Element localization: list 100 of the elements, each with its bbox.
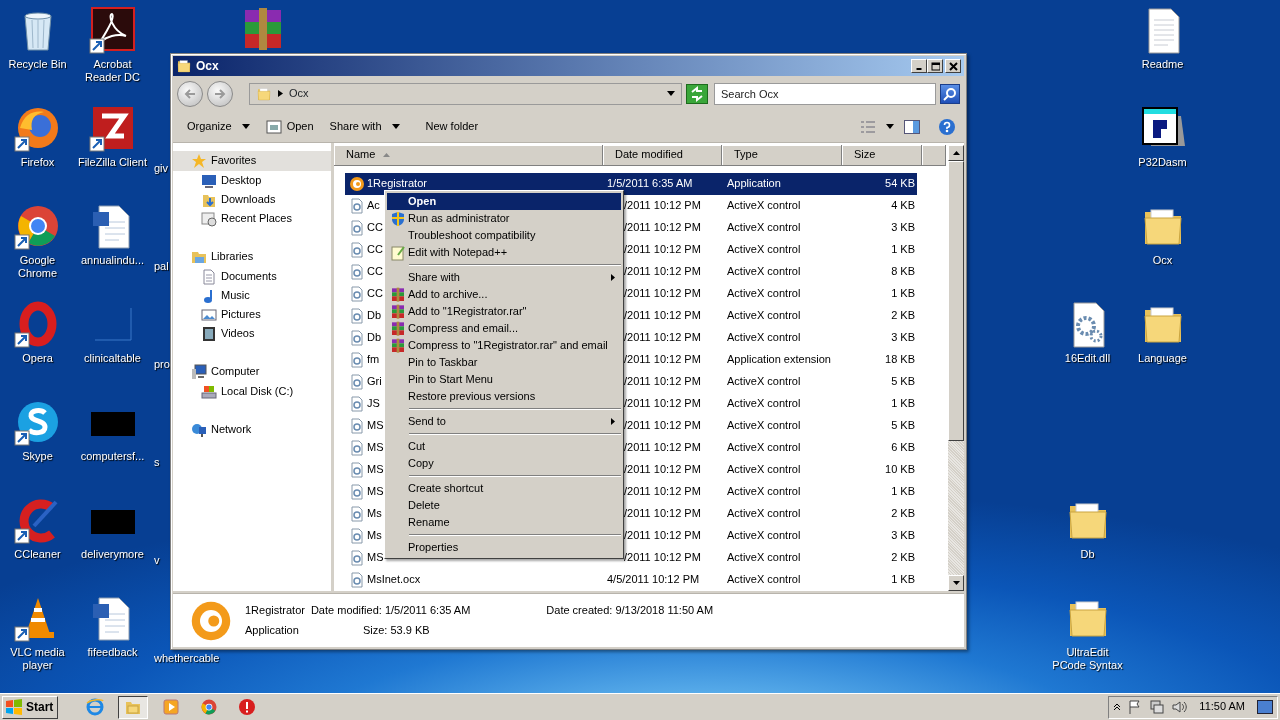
menu-item[interactable]: Cut bbox=[387, 438, 621, 455]
icon-label[interactable]: UltraEdit PCode Syntax bbox=[1051, 646, 1124, 672]
search-button[interactable] bbox=[940, 83, 960, 104]
dropdown-caret-icon[interactable] bbox=[667, 91, 675, 96]
icon-label[interactable]: Google Chrome bbox=[1, 254, 74, 280]
menu-item[interactable]: Add to "1Registrator.rar" bbox=[387, 303, 621, 320]
refresh-icon[interactable] bbox=[686, 83, 708, 104]
file-name[interactable]: Ms bbox=[367, 507, 382, 521]
file-name[interactable]: 1Registrator bbox=[367, 177, 427, 191]
nav-item[interactable]: Pictures bbox=[173, 305, 331, 324]
nav-item[interactable]: Local Disk (C:) bbox=[173, 382, 331, 401]
maximize-button[interactable] bbox=[927, 59, 943, 73]
menu-item[interactable]: Troubleshoot compatibility bbox=[387, 227, 621, 244]
menu-item[interactable]: Add to archive... bbox=[387, 286, 621, 303]
caret-icon[interactable] bbox=[278, 90, 283, 97]
icon-label[interactable]: P32Dasm bbox=[1126, 156, 1199, 169]
icon-label[interactable]: whethercable bbox=[150, 652, 220, 665]
file-name[interactable]: CC bbox=[367, 265, 383, 279]
speaker-icon[interactable] bbox=[1171, 699, 1188, 715]
scroll-up-button[interactable] bbox=[948, 145, 964, 161]
icon-label[interactable]: giv bbox=[150, 162, 169, 175]
icon-label[interactable]: pal bbox=[150, 260, 169, 273]
icon-label[interactable]: Firefox bbox=[1, 156, 74, 169]
file-name[interactable]: fm bbox=[367, 353, 380, 367]
column-header[interactable]: Size bbox=[842, 145, 922, 166]
nav-item[interactable]: Libraries bbox=[173, 247, 331, 267]
icon-label[interactable]: Recycle Bin bbox=[1, 58, 74, 71]
nav-item[interactable]: Downloads bbox=[173, 190, 331, 209]
icon-label[interactable]: Opera bbox=[1, 352, 74, 365]
icon-label[interactable]: s bbox=[150, 456, 160, 469]
menu-item[interactable]: Pin to Start Menu bbox=[387, 371, 621, 388]
scroll-thumb[interactable] bbox=[948, 161, 964, 441]
column-header[interactable]: Name bbox=[334, 145, 603, 166]
chevron-up-icon[interactable] bbox=[1113, 703, 1122, 711]
clock[interactable]: 11:50 AM bbox=[1193, 700, 1251, 714]
scroll-down-button[interactable] bbox=[948, 575, 964, 591]
start-button[interactable]: Start bbox=[2, 695, 59, 719]
column-header[interactable]: Date modified bbox=[603, 145, 722, 166]
menu-item[interactable]: Edit with Notepad++ bbox=[387, 244, 621, 261]
icon-label[interactable]: annualindu... bbox=[76, 254, 149, 267]
address-bar[interactable]: Ocx bbox=[249, 82, 682, 105]
menu-item[interactable]: Create shortcut bbox=[387, 480, 621, 497]
file-name[interactable]: CC bbox=[367, 243, 383, 257]
icon-label[interactable]: Ocx bbox=[1126, 254, 1199, 267]
menu-item[interactable]: Run as administrator bbox=[387, 210, 621, 227]
nav-item[interactable]: Recent Places bbox=[173, 209, 331, 228]
file-name[interactable]: Ms bbox=[367, 529, 382, 543]
menu-item[interactable]: Share with bbox=[387, 269, 621, 286]
icon-label[interactable]: Db bbox=[1051, 548, 1124, 561]
nav-item[interactable]: Documents bbox=[173, 267, 331, 286]
column-header[interactable]: Type bbox=[722, 145, 842, 166]
icon-label[interactable]: 16Edit.dll bbox=[1051, 352, 1124, 365]
file-name[interactable]: Db bbox=[367, 309, 382, 323]
file-name[interactable]: CC bbox=[367, 287, 383, 301]
menu-item[interactable]: Send to bbox=[387, 413, 621, 430]
icon-label[interactable]: VLC media player bbox=[1, 646, 74, 672]
icon-label[interactable]: clinicaltable bbox=[76, 352, 149, 365]
file-name[interactable]: MS bbox=[367, 419, 384, 433]
preview-pane-icon[interactable] bbox=[904, 119, 920, 134]
toolbar-button[interactable]: New folder bbox=[419, 117, 485, 136]
nav-item[interactable]: Computer bbox=[173, 362, 331, 382]
icon-label[interactable]: deliverymore bbox=[76, 548, 149, 561]
file-name[interactable]: JS bbox=[367, 397, 380, 411]
icon-label[interactable]: computersf... bbox=[76, 450, 149, 463]
forward-button[interactable] bbox=[207, 80, 233, 107]
toolbar-button[interactable]: Share with bbox=[323, 117, 406, 136]
menu-item[interactable]: Open bbox=[387, 193, 621, 210]
icon-label[interactable]: Language bbox=[1126, 352, 1199, 365]
icon-label[interactable]: Readme bbox=[1126, 58, 1199, 71]
file-name[interactable]: MS bbox=[367, 463, 384, 477]
icon-label[interactable]: CCleaner bbox=[1, 548, 74, 561]
nav-item[interactable]: Desktop bbox=[173, 171, 331, 190]
file-name[interactable]: Ac bbox=[367, 199, 380, 213]
help-icon[interactable] bbox=[938, 117, 956, 136]
icon-label[interactable]: fifeedback bbox=[76, 646, 149, 659]
file-name[interactable]: MsInet.ocx bbox=[367, 573, 421, 587]
dropdown-caret-icon[interactable] bbox=[886, 124, 894, 129]
menu-item[interactable]: Properties bbox=[387, 539, 621, 556]
taskbar-button[interactable] bbox=[118, 695, 149, 719]
minimize-button[interactable] bbox=[911, 59, 927, 73]
menu-item[interactable]: Restore previous versions bbox=[387, 388, 621, 405]
menu-item[interactable]: Delete bbox=[387, 497, 621, 514]
menu-item[interactable]: Compress to "1Registrator.rar" and email bbox=[387, 337, 621, 354]
icon-label[interactable]: Acrobat Reader DC bbox=[76, 58, 149, 84]
file-name[interactable]: MS bbox=[367, 551, 384, 565]
file-name[interactable]: MS bbox=[367, 441, 384, 455]
search-field[interactable]: Search Ocx bbox=[714, 82, 936, 105]
file-name[interactable]: Db bbox=[367, 331, 382, 345]
icon-label[interactable]: Skype bbox=[1, 450, 74, 463]
menu-item[interactable]: Rename bbox=[387, 514, 621, 531]
menu-item[interactable]: Pin to Taskbar bbox=[387, 354, 621, 371]
show-desktop-icon[interactable] bbox=[1257, 699, 1273, 715]
menu-item[interactable]: Compress and email... bbox=[387, 320, 621, 337]
nav-item[interactable]: Music bbox=[173, 286, 331, 305]
icon-label[interactable]: pro bbox=[150, 358, 170, 371]
menu-item[interactable]: Copy bbox=[387, 455, 621, 472]
nav-item[interactable]: Favorites bbox=[173, 151, 331, 171]
column-header[interactable] bbox=[922, 145, 946, 166]
file-name[interactable]: Gri bbox=[367, 375, 382, 389]
nav-item[interactable]: Videos bbox=[173, 324, 331, 343]
